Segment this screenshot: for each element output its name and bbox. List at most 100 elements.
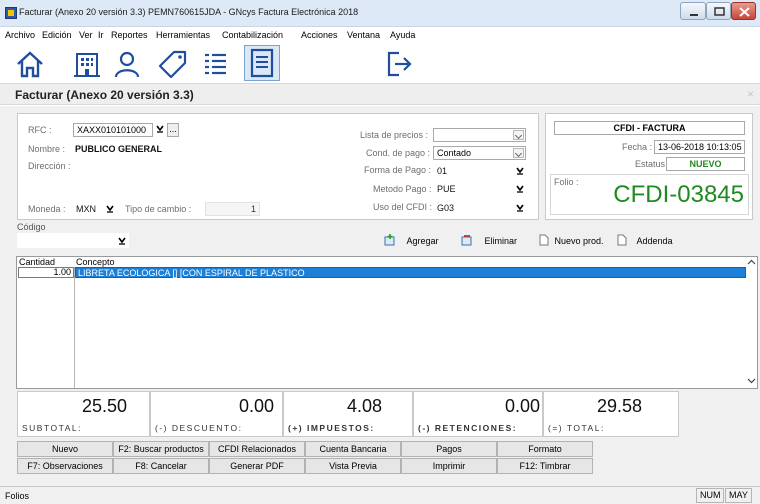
add-button[interactable]: Agregar bbox=[384, 234, 439, 248]
minimize-button[interactable] bbox=[680, 2, 706, 20]
date-input[interactable]: 13-06-2018 10:13:05 bbox=[654, 140, 745, 154]
chevron-down-icon bbox=[513, 148, 524, 158]
rfc-input[interactable]: XAXX010101000 bbox=[73, 123, 153, 137]
cancel-button[interactable]: F8: Cancelar bbox=[113, 458, 209, 474]
name-value: PUBLICO GENERAL bbox=[75, 144, 163, 154]
cfdi-use-dropdown-arrow[interactable] bbox=[516, 203, 524, 215]
address-label: Dirección : bbox=[28, 161, 71, 171]
column-header-concept[interactable]: Concepto bbox=[76, 257, 115, 267]
menu-ver[interactable]: Ver bbox=[79, 30, 93, 40]
menu-contabilizacion[interactable]: Contabilización bbox=[222, 30, 283, 40]
payment-condition-select[interactable]: Contado bbox=[433, 146, 526, 160]
client-panel: RFC : XAXX010101000 ... Nombre : PUBLICO… bbox=[17, 113, 539, 220]
add-row-icon bbox=[384, 234, 395, 246]
code-label: Código bbox=[17, 222, 46, 232]
module-header: Facturar (Anexo 20 versión 3.3) × bbox=[0, 83, 760, 105]
total-box: 29.58 (=) TOTAL: bbox=[543, 391, 679, 437]
menu-archivo[interactable]: Archivo bbox=[5, 30, 35, 40]
chevron-down-icon bbox=[106, 205, 114, 213]
delete-button[interactable]: Eliminar bbox=[461, 234, 517, 248]
withholding-value: 0.00 bbox=[504, 396, 540, 416]
print-button[interactable]: Imprimir bbox=[401, 458, 497, 474]
currency-value[interactable]: MXN bbox=[76, 204, 96, 214]
stamp-button[interactable]: F12: Timbrar bbox=[497, 458, 593, 474]
rfc-dropdown-arrow[interactable] bbox=[156, 124, 164, 136]
document-icon bbox=[250, 48, 274, 78]
payments-button[interactable]: Pagos bbox=[401, 441, 497, 457]
tag-icon[interactable] bbox=[158, 49, 188, 79]
related-cfdi-button[interactable]: CFDI Relacionados bbox=[209, 441, 305, 457]
status-bar: Folios NUM MAY bbox=[0, 486, 760, 504]
addenda-button[interactable]: Addenda bbox=[617, 234, 673, 248]
currency-dropdown-arrow[interactable] bbox=[106, 204, 114, 216]
format-button[interactable]: Formato bbox=[497, 441, 593, 457]
scroll-arrows-icon bbox=[747, 259, 756, 384]
invoice-info-panel: CFDI - FACTURA Fecha : 13-06-2018 10:13:… bbox=[545, 113, 753, 220]
user-icon[interactable] bbox=[112, 49, 142, 79]
discount-value: 0.00 bbox=[238, 396, 274, 416]
menu-ayuda[interactable]: Ayuda bbox=[390, 30, 415, 40]
chevron-down-icon bbox=[516, 167, 524, 175]
new-product-button[interactable]: Nuevo prod. bbox=[539, 234, 604, 248]
grid-scrollbar[interactable] bbox=[746, 257, 757, 388]
column-divider bbox=[74, 267, 75, 388]
taxes-value: 4.08 bbox=[346, 396, 382, 416]
generate-pdf-button[interactable]: Generar PDF bbox=[209, 458, 305, 474]
invoice-tool-button[interactable] bbox=[244, 45, 280, 81]
code-dropdown-arrow[interactable] bbox=[118, 236, 126, 248]
search-products-button[interactable]: F2: Buscar productos bbox=[113, 441, 209, 457]
close-button[interactable] bbox=[731, 2, 756, 20]
payment-form-dropdown-arrow[interactable] bbox=[516, 166, 524, 178]
new-document-icon bbox=[539, 234, 549, 246]
rfc-label: RFC : bbox=[28, 125, 52, 135]
taxes-label: (+) IMPUESTOS: bbox=[288, 423, 375, 433]
table-row[interactable]: 1.00 LIBRETA ECOLOGICA [] [CON ESPIRAL D… bbox=[18, 267, 746, 278]
maximize-icon bbox=[714, 7, 725, 16]
cfdi-use-label: Uso del CFDI : bbox=[373, 202, 433, 212]
menu-edicion[interactable]: Edición bbox=[42, 30, 72, 40]
window-title: Facturar (Anexo 20 versión 3.3) PEMN7606… bbox=[19, 7, 359, 17]
column-header-quantity[interactable]: Cantidad bbox=[19, 257, 55, 267]
row-quantity-cell[interactable]: 1.00 bbox=[18, 267, 74, 278]
line-items-grid[interactable]: Cantidad Concepto 1.00 LIBRETA ECOLOGICA… bbox=[16, 256, 758, 389]
minimize-icon bbox=[690, 14, 698, 16]
total-value: 29.58 bbox=[596, 396, 642, 416]
taxes-box: 4.08 (+) IMPUESTOS: bbox=[283, 391, 413, 437]
building-icon[interactable] bbox=[72, 49, 102, 79]
new-invoice-button[interactable]: Nuevo bbox=[17, 441, 113, 457]
exchange-rate-input[interactable]: 1 bbox=[205, 202, 260, 216]
menu-ir[interactable]: Ir bbox=[98, 30, 104, 40]
document-icon bbox=[617, 234, 627, 246]
chevron-down-icon bbox=[516, 185, 524, 193]
status-label: Estatus : bbox=[635, 159, 671, 169]
cfdi-use-value[interactable]: G03 bbox=[437, 203, 454, 213]
status-text: Folios bbox=[5, 491, 30, 501]
row-concept-cell[interactable]: LIBRETA ECOLOGICA [] [CON ESPIRAL DE PLA… bbox=[75, 267, 746, 278]
home-icon[interactable] bbox=[15, 49, 45, 79]
chevron-down-icon bbox=[118, 237, 126, 245]
menu-reportes[interactable]: Reportes bbox=[111, 30, 148, 40]
bank-account-button[interactable]: Cuenta Bancaria bbox=[305, 441, 401, 457]
payment-form-label: Forma de Pago : bbox=[364, 165, 432, 175]
module-close-button[interactable]: × bbox=[747, 87, 754, 101]
exit-icon[interactable] bbox=[385, 49, 415, 79]
code-input[interactable] bbox=[17, 233, 129, 248]
menu-herramientas[interactable]: Herramientas bbox=[156, 30, 210, 40]
preview-button[interactable]: Vista Previa bbox=[305, 458, 401, 474]
price-list-select[interactable] bbox=[433, 128, 526, 142]
name-label: Nombre : bbox=[28, 144, 66, 154]
menu-acciones[interactable]: Acciones bbox=[301, 30, 338, 40]
payment-form-value[interactable]: 01 bbox=[437, 166, 447, 176]
invoice-type: CFDI - FACTURA bbox=[554, 121, 745, 135]
menu-ventana[interactable]: Ventana bbox=[347, 30, 380, 40]
app-icon bbox=[5, 7, 17, 19]
payment-method-value[interactable]: PUE bbox=[437, 184, 456, 194]
subtotal-box: 25.50 SUBTOTAL: bbox=[17, 391, 150, 437]
list-icon[interactable] bbox=[201, 49, 231, 79]
maximize-button[interactable] bbox=[706, 2, 731, 20]
rfc-lookup-button[interactable]: ... bbox=[167, 123, 179, 137]
observations-button[interactable]: F7: Observaciones bbox=[17, 458, 113, 474]
payment-method-dropdown-arrow[interactable] bbox=[516, 184, 524, 196]
delete-label: Eliminar bbox=[484, 236, 518, 246]
payment-condition-value: Contado bbox=[437, 148, 472, 158]
